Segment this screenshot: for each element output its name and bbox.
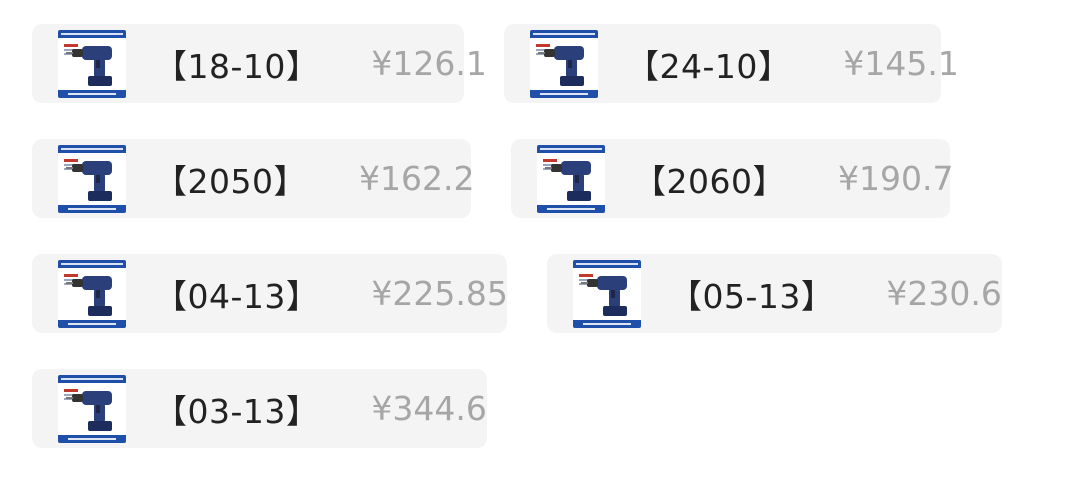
sku-price: ¥126.1 xyxy=(371,44,487,83)
sku-spec-label: 【04-13】 xyxy=(154,276,320,316)
drill-product-icon xyxy=(58,259,126,328)
sku-spec-label: 【24-10】 xyxy=(626,46,792,86)
sku-price: ¥190.7 xyxy=(837,159,954,198)
drill-product-icon xyxy=(573,259,641,328)
sku-spec-label: 【2060】 xyxy=(633,161,786,201)
sku-option-05-13[interactable]: 【05-13】 ¥230.6 xyxy=(547,254,1002,333)
sku-option-2060[interactable]: 【2060】 ¥190.7 xyxy=(511,139,954,218)
sku-option-24-10[interactable]: 【24-10】 ¥145.1 xyxy=(504,24,959,103)
sku-option-18-10[interactable]: 【18-10】 ¥126.1 xyxy=(32,24,487,103)
sku-option-2050[interactable]: 【2050】 ¥162.2 xyxy=(32,139,475,218)
sku-price: ¥344.6 xyxy=(371,389,487,428)
sku-price: ¥145.1 xyxy=(843,44,959,83)
sku-price: ¥230.6 xyxy=(886,274,1002,313)
sku-option-04-13[interactable]: 【04-13】 ¥225.85 xyxy=(32,254,508,333)
sku-option-grid: 【18-10】 ¥126.1 【24-10】 ¥145.1 【2050】 ¥16… xyxy=(0,0,1080,482)
sku-option-03-13[interactable]: 【03-13】 ¥344.6 xyxy=(32,369,487,448)
drill-product-icon xyxy=(530,29,598,98)
drill-product-icon xyxy=(58,29,126,98)
drill-product-icon xyxy=(58,374,126,443)
sku-spec-label: 【03-13】 xyxy=(154,391,320,431)
sku-price: ¥225.85 xyxy=(371,274,508,313)
drill-product-icon xyxy=(58,144,126,213)
drill-product-icon xyxy=(537,144,605,213)
sku-spec-label: 【05-13】 xyxy=(669,276,835,316)
sku-spec-label: 【18-10】 xyxy=(154,46,320,86)
sku-price: ¥162.2 xyxy=(358,159,475,198)
sku-spec-label: 【2050】 xyxy=(154,161,307,201)
